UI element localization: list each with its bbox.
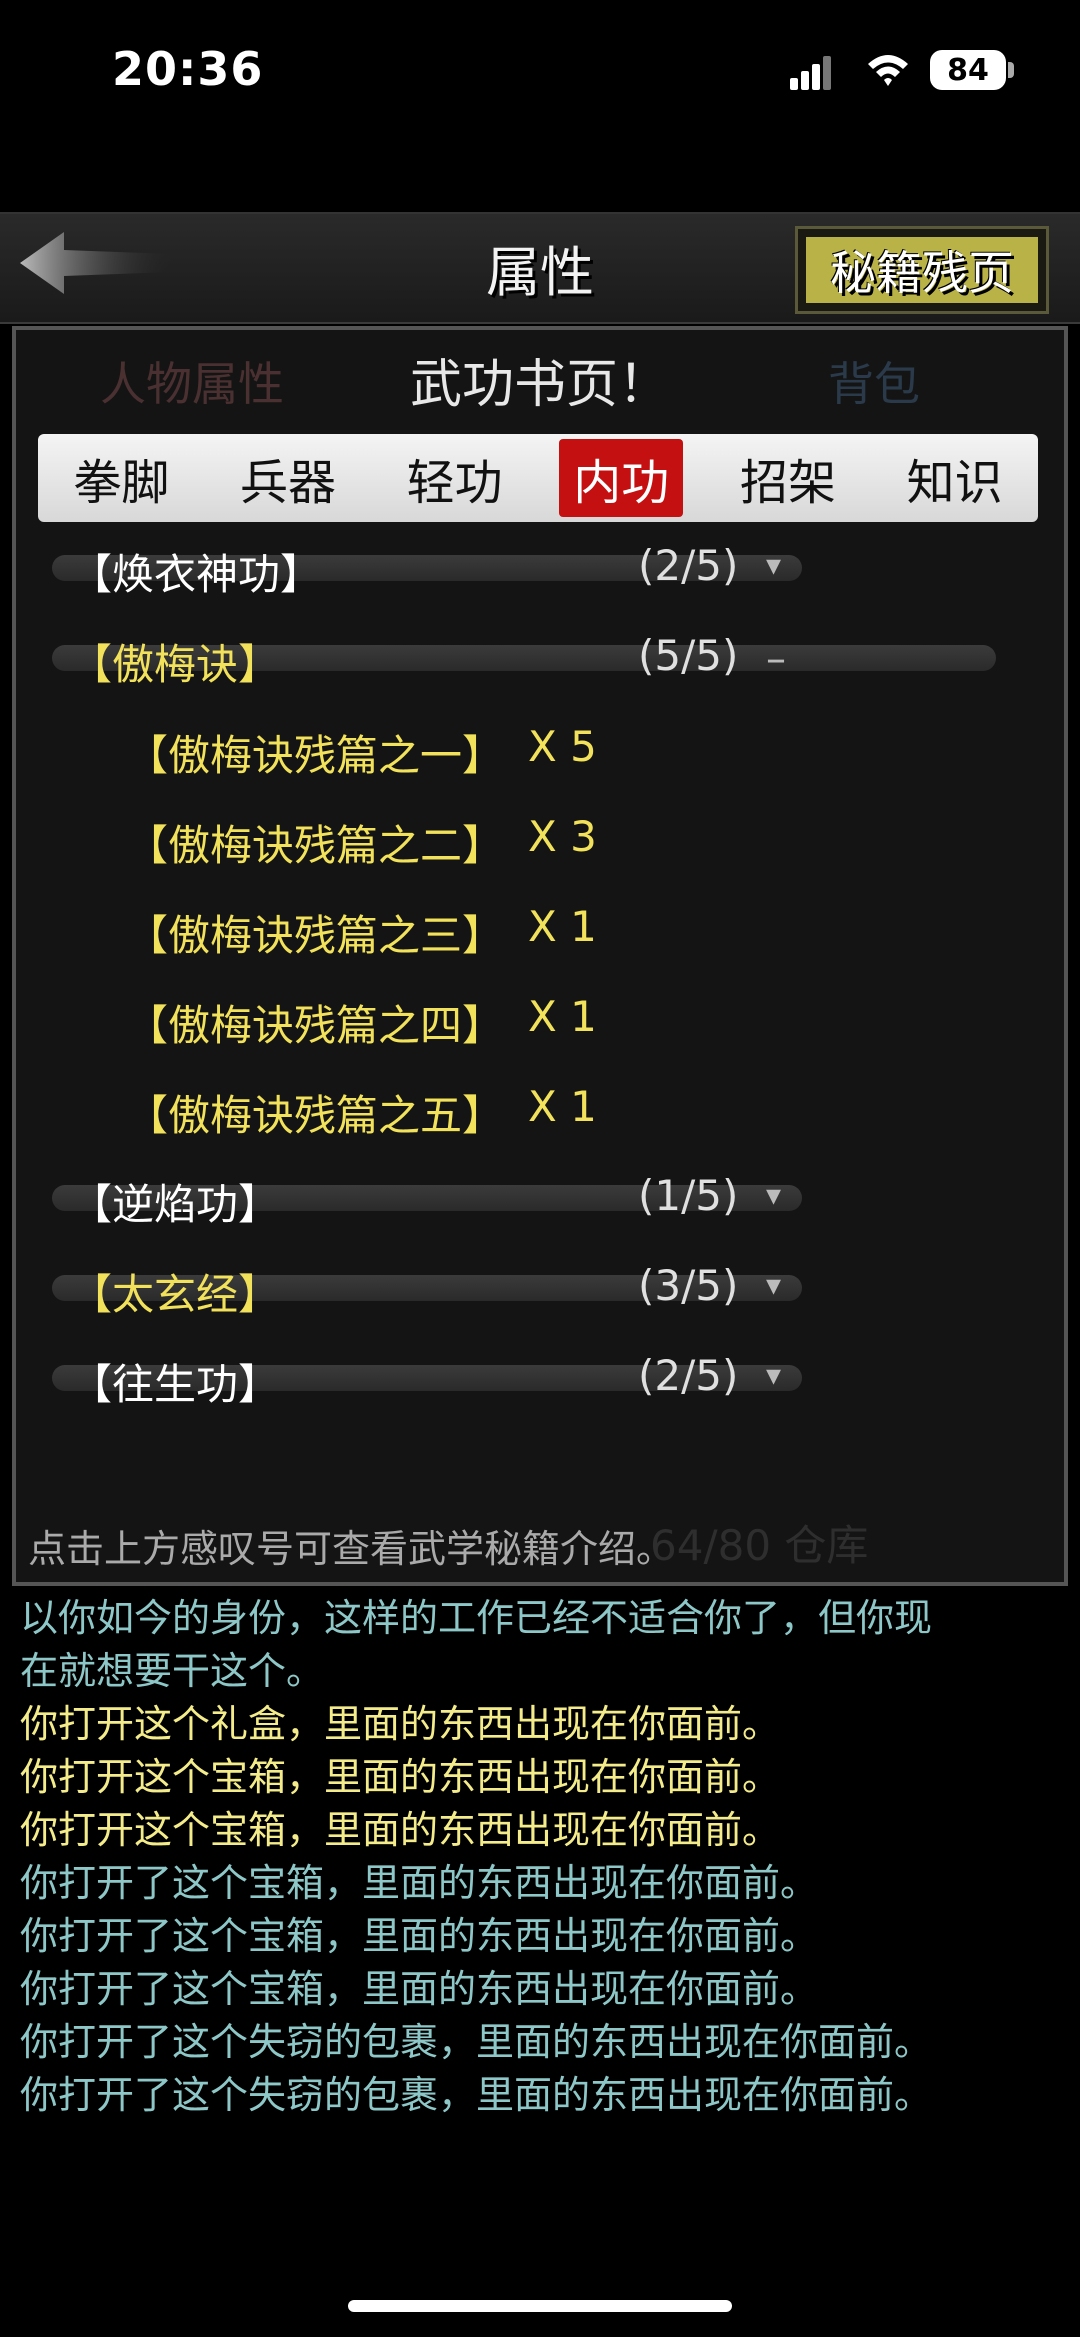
tab-parry[interactable]: 招架: [726, 439, 850, 517]
tab-weapon[interactable]: 兵器: [226, 439, 350, 517]
cellular-signal-icon: [790, 56, 831, 90]
skill-count: (2/5): [638, 541, 739, 590]
log-line: 你打开了这个宝箱，里面的东西出现在你面前。: [20, 1967, 819, 2011]
dialog-title[interactable]: 武功书页！: [0, 342, 1080, 417]
fragment-qty: X 1: [528, 1082, 597, 1131]
skill-name: 【逆焰功】: [70, 1180, 281, 1229]
log-line: 以你如今的身份，这样的工作已经不适合你了，但你现: [20, 1596, 933, 1640]
skill-count: (3/5): [638, 1261, 739, 1310]
fragment-qty: X 3: [528, 812, 597, 861]
tab-fist[interactable]: 拳脚: [59, 439, 183, 517]
skill-category-tabs: 拳脚 兵器 轻功 内功 招架 知识: [38, 434, 1038, 522]
skill-name: 【往生功】: [70, 1360, 281, 1409]
fragment-qty: X 1: [528, 992, 597, 1041]
log-line: 你打开这个宝箱，里面的东西出现在你面前。: [20, 1755, 781, 1799]
fragment-name: 【傲梅诀残篇之二】: [126, 821, 505, 870]
secret-pages-button-label: 秘籍残页: [806, 237, 1038, 303]
battery-indicator: 84: [930, 50, 1006, 90]
battery-tip: [1008, 62, 1014, 78]
skill-name: 【焕衣神功】: [70, 550, 323, 599]
expand-arrow-icon: ▾: [766, 1268, 782, 1303]
status-time: 20:36: [112, 42, 264, 96]
home-indicator[interactable]: [348, 2300, 732, 2312]
fragment-name: 【傲梅诀残篇之五】: [126, 1091, 505, 1140]
skill-count: (5/5): [638, 631, 739, 680]
log-line: 你打开了这个宝箱，里面的东西出现在你面前。: [20, 1914, 819, 1958]
collapse-icon: –: [766, 636, 786, 682]
log-line: 你打开了这个失窃的包裹，里面的东西出现在你面前。: [20, 2020, 933, 2064]
log-line: 你打开这个礼盒，里面的东西出现在你面前。: [20, 1702, 781, 1746]
message-log: 以你如今的身份，这样的工作已经不适合你了，但你现 在就想要干这个。 你打开这个礼…: [20, 1592, 1070, 2122]
expand-arrow-icon: ▾: [766, 1358, 782, 1393]
tab-knowledge[interactable]: 知识: [893, 439, 1017, 517]
tab-lightness[interactable]: 轻功: [393, 439, 517, 517]
fragment-name: 【傲梅诀残篇之四】: [126, 1001, 505, 1050]
fragment-qty: X 5: [528, 722, 597, 771]
wifi-icon: [868, 55, 908, 86]
skill-name: 【太玄经】: [70, 1270, 281, 1319]
hint-text: 点击上方感叹号可查看武学秘籍介绍。: [28, 1527, 675, 1571]
log-line: 你打开了这个宝箱，里面的东西出现在你面前。: [20, 1861, 819, 1905]
fragment-name: 【傲梅诀残篇之一】: [126, 731, 505, 780]
log-line: 你打开了这个失窃的包裹，里面的东西出现在你面前。: [20, 2073, 933, 2117]
secret-pages-button[interactable]: 秘籍残页: [795, 226, 1049, 314]
skill-count: (2/5): [638, 1351, 739, 1400]
fragment-name: 【傲梅诀残篇之三】: [126, 911, 505, 960]
expand-arrow-icon: ▾: [766, 548, 782, 583]
fragment-qty: X 1: [528, 902, 597, 951]
log-line: 你打开这个宝箱，里面的东西出现在你面前。: [20, 1808, 781, 1852]
expand-arrow-icon: ▾: [766, 1178, 782, 1213]
capacity-label: 64/80 仓库: [650, 1521, 869, 1570]
tab-inner-power[interactable]: 内功: [559, 439, 684, 517]
log-line: 在就想要干这个。: [20, 1649, 325, 1693]
skill-count: (1/5): [638, 1171, 739, 1220]
skill-name: 【傲梅诀】: [70, 640, 281, 689]
